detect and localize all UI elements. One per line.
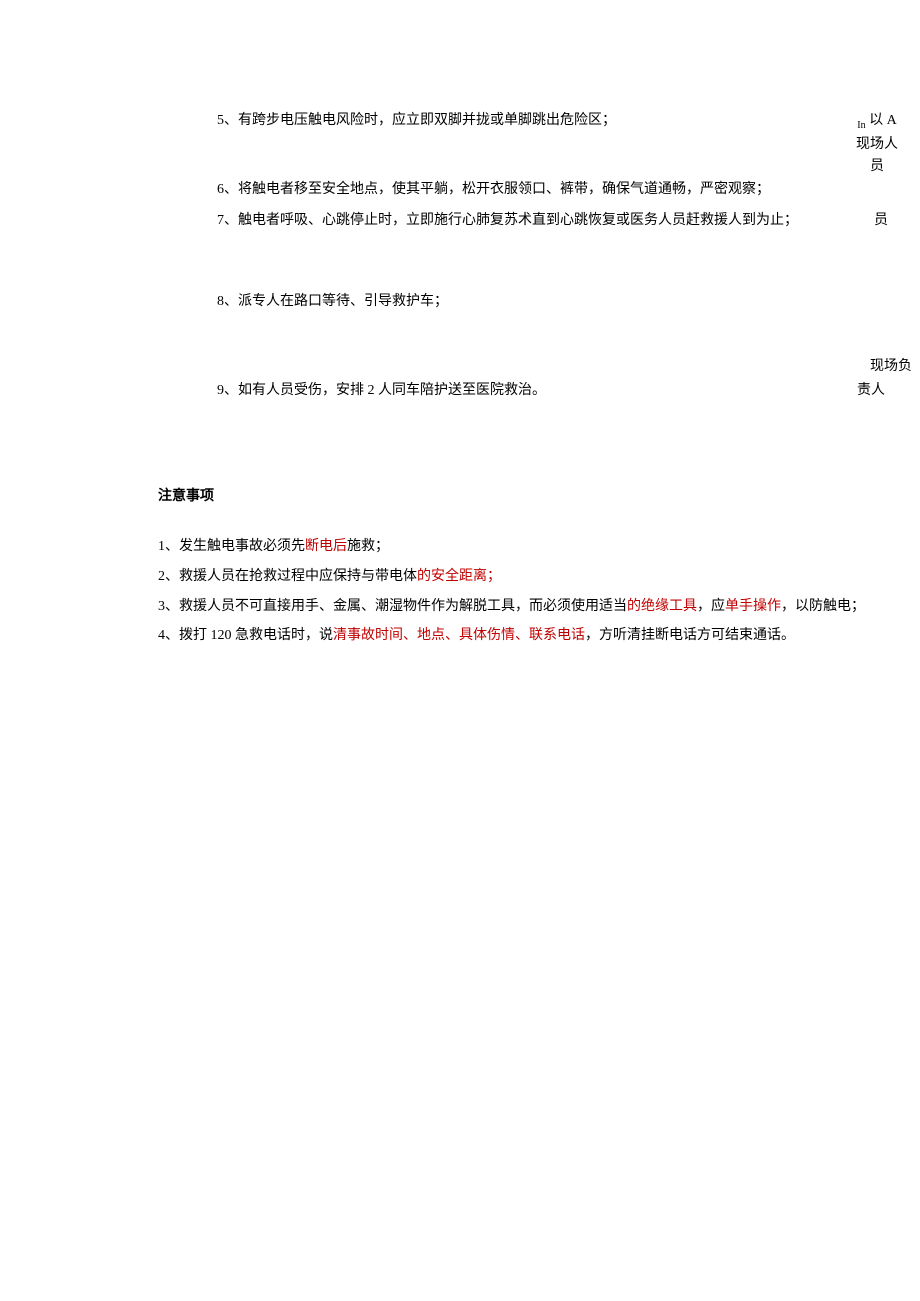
side-line: In 以 A <box>848 110 906 134</box>
notice-text: 施救； <box>347 539 389 554</box>
notice-highlight: 的安全距离； <box>417 569 501 584</box>
notice-highlight: 的绝缘工具 <box>627 599 697 614</box>
procedure-item-8: 8、派专人在路口等待、引导救护车； <box>217 291 910 312</box>
side-line: 员 <box>848 156 906 178</box>
notice-text: 4、拨打 120 急救电话时，说 <box>158 628 333 643</box>
item-number: 7、 <box>217 213 238 228</box>
notice-item-2: 2、救援人员在抢救过程中应保持与带电体的安全距离； <box>158 565 910 589</box>
notice-text: 2、救援人员在抢救过程中应保持与带电体 <box>158 569 417 584</box>
procedure-item-7: 7、触电者呼吸、心跳停止时，立即施行心肺复苏术直到心跳恢复或医务人员赶救援人到为… <box>217 210 910 231</box>
notice-heading: 注意事项 <box>0 486 920 507</box>
item-text: 将触电者移至安全地点，使其平躺，松开衣服领口、裤带，确保气道通畅，严密观察； <box>238 182 770 197</box>
side-annotation-5: In 以 A 现场人 员 <box>848 110 906 179</box>
item-number: 6、 <box>217 182 238 197</box>
notice-item-4: 4、拨打 120 急救电话时，说清事故时间、地点、具体伤情、联系电话，方听清挂断… <box>158 624 910 648</box>
procedure-item-5: 5、有跨步电压触电风险时，应立即双脚并拢或单脚跳出危险区； In 以 A 现场人… <box>217 110 910 131</box>
item-number: 5、 <box>217 113 238 128</box>
notice-text: ，方听清挂断电话方可结束通话。 <box>585 628 795 643</box>
notice-highlight: 清事故时间、地点、具体伤情、联系电话 <box>333 628 585 643</box>
item-text: 如有人员受伤，安排 2 人同车陪护送至医院救治。 <box>238 383 546 398</box>
item-text: 触电者呼吸、心跳停止时，立即施行心肺复苏术直到心跳恢复或医务人员赶救援人到为止； <box>238 213 798 228</box>
item-number: 8、 <box>217 294 238 309</box>
procedure-item-6: 6、将触电者移至安全地点，使其平躺，松开衣服领口、裤带，确保气道通畅，严密观察； <box>217 179 910 200</box>
item-text: 有跨步电压触电风险时，应立即双脚并拢或单脚跳出危险区； <box>238 113 616 128</box>
notice-item-3: 3、救援人员不可直接用手、金属、潮湿物件作为解脱工具，而必须使用适当的绝缘工具，… <box>158 595 910 619</box>
procedure-item-9: 现场负 9、如有人员受伤，安排 2 人同车陪护送至医院救治。 责人 <box>217 380 910 401</box>
item-text: 派专人在路口等待、引导救护车； <box>238 294 448 309</box>
notice-list: 1、发生触电事故必须先断电后施救； 2、救援人员在抢救过程中应保持与带电体的安全… <box>0 535 920 648</box>
notice-highlight: 单手操作 <box>725 599 781 614</box>
notice-text: 1、发生触电事故必须先 <box>158 539 305 554</box>
side-annotation-9b: 责人 <box>857 380 885 402</box>
side-line: 现场人 <box>848 134 906 156</box>
notice-text: ，以防触电； <box>781 599 865 614</box>
item-number: 9、 <box>217 383 238 398</box>
procedure-list: 5、有跨步电压触电风险时，应立即双脚并拢或单脚跳出危险区； In 以 A 现场人… <box>0 110 920 401</box>
side-annotation-9a: 现场负 <box>870 356 912 378</box>
side-annotation-7: 员 <box>874 210 888 232</box>
notice-item-1: 1、发生触电事故必须先断电后施救； <box>158 535 910 559</box>
notice-text: 3、救援人员不可直接用手、金属、潮湿物件作为解脱工具，而必须使用适当 <box>158 599 627 614</box>
notice-highlight: 断电后 <box>305 539 347 554</box>
notice-text: ，应 <box>697 599 725 614</box>
